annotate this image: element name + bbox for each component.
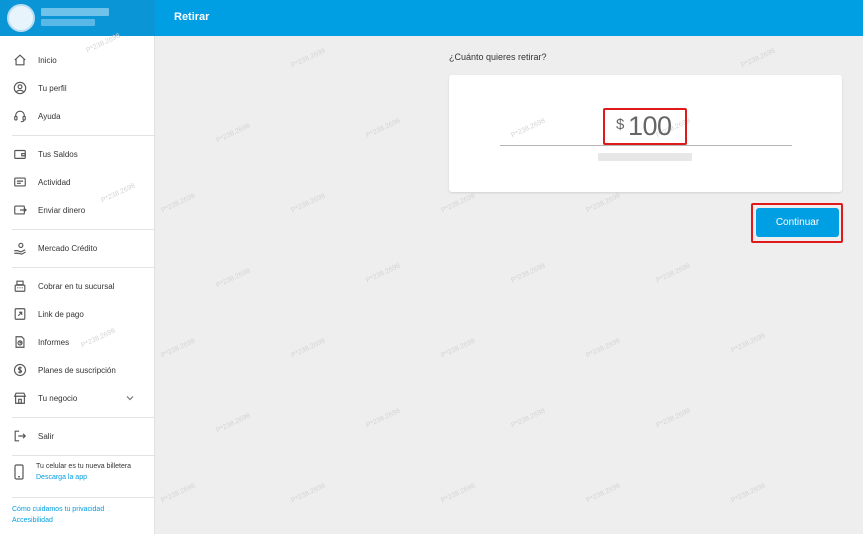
store-icon: [12, 390, 28, 406]
watermark: P*238.2698: [440, 482, 477, 505]
blurred-user-name: [41, 8, 109, 16]
privacy-link[interactable]: Cómo cuidamos tu privacidad: [12, 506, 104, 513]
continue-button[interactable]: Continuar: [756, 208, 839, 237]
sidebar-item-planes-de-suscripcion[interactable]: Planes de suscripción: [0, 359, 155, 381]
watermark: P*238.2698: [290, 47, 327, 70]
sidebar-item-cobrar-en-tu-sucursal[interactable]: Cobrar en tu sucursal: [0, 275, 155, 297]
sidebar-item-label: Cobrar en tu sucursal: [38, 281, 115, 291]
watermark: P*238.2698: [740, 47, 777, 70]
sidebar-item-salir[interactable]: Salir: [0, 425, 155, 447]
report-icon: [12, 334, 28, 350]
accessibility-link[interactable]: Accesibilidad: [12, 517, 53, 524]
sidebar-item-informes[interactable]: Informes: [0, 331, 155, 353]
watermark: P*238.2698: [585, 482, 622, 505]
watermark: P*238.2698: [160, 482, 197, 505]
watermark: P*238.2698: [440, 337, 477, 360]
sidebar: Inicio Tu perfil Ayuda Tus Saldos Activi…: [0, 36, 155, 534]
watermark: P*238.2698: [510, 262, 547, 285]
download-app-link[interactable]: Descarga la app: [36, 474, 87, 481]
sidebar-divider: [12, 267, 154, 268]
sidebar-item-label: Tu negocio: [38, 393, 78, 403]
sidebar-item-mercado-credito[interactable]: Mercado Crédito: [0, 237, 155, 259]
home-icon: [12, 52, 28, 68]
account-header[interactable]: [0, 0, 155, 36]
sidebar-divider: [12, 135, 154, 136]
watermark: P*238.2698: [730, 482, 767, 505]
blurred-balance-hint: [598, 153, 692, 161]
sidebar-item-tu-perfil[interactable]: Tu perfil: [0, 77, 155, 99]
watermark: P*238.2698: [215, 122, 252, 145]
subscription-icon: [12, 362, 28, 378]
sidebar-item-tu-negocio[interactable]: Tu negocio: [0, 387, 155, 409]
watermark: P*238.2698: [655, 407, 692, 430]
sidebar-item-label: Salir: [38, 431, 55, 441]
watermark: P*238.2698: [290, 337, 327, 360]
logout-icon: [12, 428, 28, 444]
currency-symbol: $: [616, 116, 625, 133]
watermark: P*238.2698: [585, 337, 622, 360]
sidebar-item-tus-saldos[interactable]: Tus Saldos: [0, 143, 155, 165]
promo-text: Tu celular es tu nueva billetera: [36, 463, 132, 470]
watermark: P*238.2698: [160, 337, 197, 360]
watermark: P*238.2698: [160, 192, 197, 215]
sidebar-item-link-de-pago[interactable]: Link de pago: [0, 303, 155, 325]
activity-icon: [12, 174, 28, 190]
smartphone-icon: [14, 464, 24, 480]
watermark: P*238.2698: [510, 407, 547, 430]
sidebar-divider: [12, 497, 154, 498]
profile-icon: [12, 80, 28, 96]
watermark: P*238.2698: [365, 117, 402, 140]
avatar[interactable]: [7, 4, 35, 32]
sidebar-item-ayuda[interactable]: Ayuda: [0, 105, 155, 127]
sidebar-item-label: Inicio: [38, 55, 57, 65]
watermark: P*238.2698: [655, 262, 692, 285]
wallet-icon: [12, 146, 28, 162]
sidebar-item-label: Mercado Crédito: [38, 243, 98, 253]
watermark: P*238.2698: [585, 192, 622, 215]
watermark: P*238.2698: [215, 267, 252, 290]
sidebar-item-enviar-dinero[interactable]: Enviar dinero: [0, 199, 155, 221]
chevron-down-icon[interactable]: [125, 393, 135, 403]
send-money-icon: [12, 202, 28, 218]
amount-input[interactable]: 100: [628, 111, 672, 142]
sidebar-item-label: Tu perfil: [38, 83, 67, 93]
watermark: P*238.2698: [290, 192, 327, 215]
cash-register-icon: [12, 278, 28, 294]
watermark: P*238.2698: [290, 482, 327, 505]
watermark: P*238.2698: [440, 192, 477, 215]
sidebar-item-inicio[interactable]: Inicio: [0, 49, 155, 71]
amount-input-underline: [500, 145, 792, 146]
blurred-user-email: [41, 19, 95, 26]
headset-icon: [12, 108, 28, 124]
sidebar-divider: [12, 229, 154, 230]
credit-hand-icon: [12, 240, 28, 256]
sidebar-item-label: Enviar dinero: [38, 205, 86, 215]
watermark: P*238.2698: [730, 332, 767, 355]
sidebar-item-label: Planes de suscripción: [38, 365, 116, 375]
watermark: P*238.2698: [365, 407, 402, 430]
sidebar-item-label: Link de pago: [38, 309, 84, 319]
link-icon: [12, 306, 28, 322]
sidebar-item-label: Informes: [38, 337, 70, 347]
sidebar-divider: [12, 455, 154, 456]
sidebar-item-label: Tus Saldos: [38, 149, 78, 159]
sidebar-item-label: Ayuda: [38, 111, 61, 121]
sidebar-divider: [12, 417, 154, 418]
page-title: Retirar: [174, 11, 210, 23]
watermark: P*238.2698: [365, 262, 402, 285]
withdraw-question: ¿Cuánto quieres retirar?: [449, 52, 547, 62]
watermark: P*238.2698: [215, 412, 252, 435]
sidebar-item-label: Actividad: [38, 177, 71, 187]
